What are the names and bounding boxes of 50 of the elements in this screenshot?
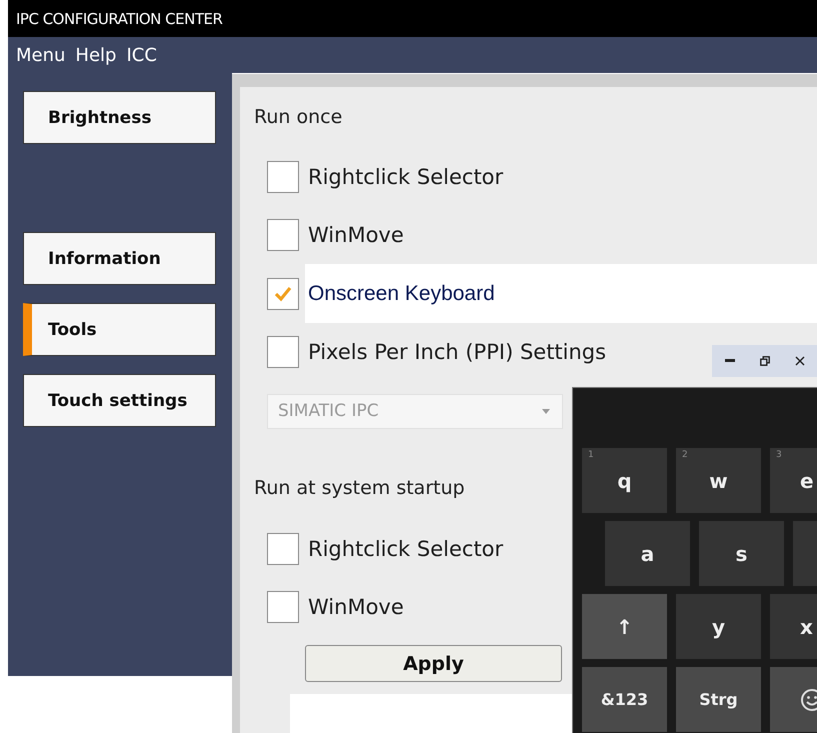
checkbox-label[interactable]: Onscreen Keyboard (308, 282, 495, 306)
caret-icon (542, 408, 550, 414)
keyboard-key[interactable]: s (699, 521, 784, 586)
key-label: a (640, 542, 654, 566)
checkbox[interactable] (267, 219, 299, 252)
keyboard-key[interactable]: 3 e (770, 448, 817, 513)
option-row[interactable]: Onscreen Keyboard (267, 264, 817, 323)
close-icon[interactable] (794, 356, 804, 366)
keyboard-key[interactable]: y (676, 594, 761, 659)
dropdown-value: SIMATIC IPC (278, 401, 379, 422)
checkbox-label[interactable]: WinMove (308, 223, 404, 248)
key-label: s (736, 542, 748, 566)
checkbox[interactable] (267, 591, 299, 624)
key-label: y (712, 614, 726, 638)
keyboard-key[interactable]: x (770, 594, 817, 659)
checkbox[interactable] (267, 161, 299, 194)
sidebar-item[interactable]: Touch settings (23, 374, 216, 427)
checkbox-label[interactable]: Pixels Per Inch (PPI) Settings (308, 340, 606, 364)
apply-button[interactable]: Apply (305, 645, 562, 682)
checkbox-label[interactable]: Rightclick Selector (308, 537, 504, 561)
menu-item[interactable]: Menu (16, 44, 66, 66)
key-label: e (800, 468, 814, 492)
shift-key[interactable]: ↑ (582, 594, 667, 659)
keyboard-key[interactable]: 2 w (676, 448, 761, 513)
menu-item[interactable]: ICC (126, 44, 157, 66)
keyboard-key[interactable]: a (605, 521, 690, 586)
menu-item[interactable]: Help (75, 44, 116, 66)
checkbox[interactable] (267, 336, 299, 368)
section-heading: Run at system startup (254, 476, 465, 501)
sidebar-item[interactable]: Brightness (23, 91, 216, 144)
key-label: x (800, 614, 813, 638)
section-heading: Run once (254, 106, 342, 130)
sidebar-item[interactable]: Information (23, 232, 216, 285)
key-hint: 1 (588, 450, 594, 460)
checkbox-label[interactable]: Rightclick Selector (308, 165, 504, 190)
restore-icon[interactable] (760, 356, 770, 366)
key-hint: 2 (682, 450, 688, 460)
key-label: w (709, 468, 728, 492)
checkbox[interactable] (267, 278, 299, 310)
keyboard-key[interactable]: &123 (582, 667, 667, 732)
keyboard-key[interactable]: Strg (676, 667, 761, 732)
window-title: IPC CONFIGURATION CENTER (16, 10, 222, 28)
key-hint: 3 (776, 450, 782, 460)
minimize-icon[interactable] (724, 359, 734, 363)
checkbox-label[interactable]: WinMove (308, 595, 404, 620)
checkbox[interactable] (267, 533, 299, 565)
keyboard-key[interactable]: 1 q (582, 448, 667, 513)
smiley-icon (800, 688, 817, 712)
sidebar-item[interactable]: Tools (23, 303, 216, 356)
key-label: q (617, 468, 632, 492)
